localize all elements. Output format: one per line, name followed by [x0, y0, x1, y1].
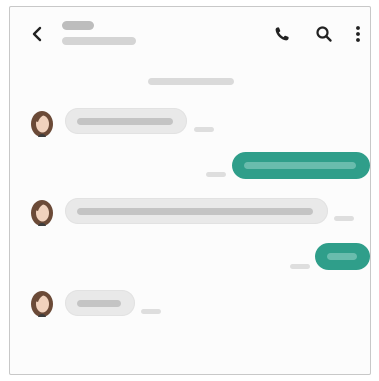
chevron-left-icon: [32, 26, 42, 42]
message-bubble-incoming[interactable]: [65, 290, 135, 316]
search-button[interactable]: [312, 22, 336, 46]
message-time: [206, 172, 226, 177]
message-time: [194, 127, 214, 132]
contact-avatar[interactable]: [29, 288, 55, 318]
contact-name[interactable]: [62, 21, 94, 30]
message-bubble-incoming[interactable]: [65, 198, 328, 224]
message-bubble-outgoing[interactable]: [315, 243, 370, 270]
message-time: [290, 264, 310, 269]
message-text: [77, 299, 121, 307]
more-options-button[interactable]: [346, 22, 370, 46]
message-text: [327, 253, 357, 260]
message-time: [334, 216, 354, 221]
contact-avatar[interactable]: [29, 197, 55, 227]
contact-avatar[interactable]: [29, 108, 55, 138]
back-button[interactable]: [26, 23, 48, 45]
chat-screen: [9, 6, 371, 375]
more-vertical-icon: [356, 26, 360, 42]
message-time: [141, 309, 161, 314]
chat-header: [10, 7, 370, 59]
call-button[interactable]: [270, 22, 294, 46]
contact-subtitle: [62, 37, 136, 45]
message-bubble-outgoing[interactable]: [232, 152, 370, 179]
message-text: [77, 207, 313, 215]
message-text: [77, 117, 173, 125]
date-separator: [148, 78, 234, 85]
call-icon: [275, 27, 289, 41]
message-bubble-incoming[interactable]: [65, 108, 187, 134]
search-icon: [316, 26, 332, 42]
message-text: [244, 162, 356, 169]
